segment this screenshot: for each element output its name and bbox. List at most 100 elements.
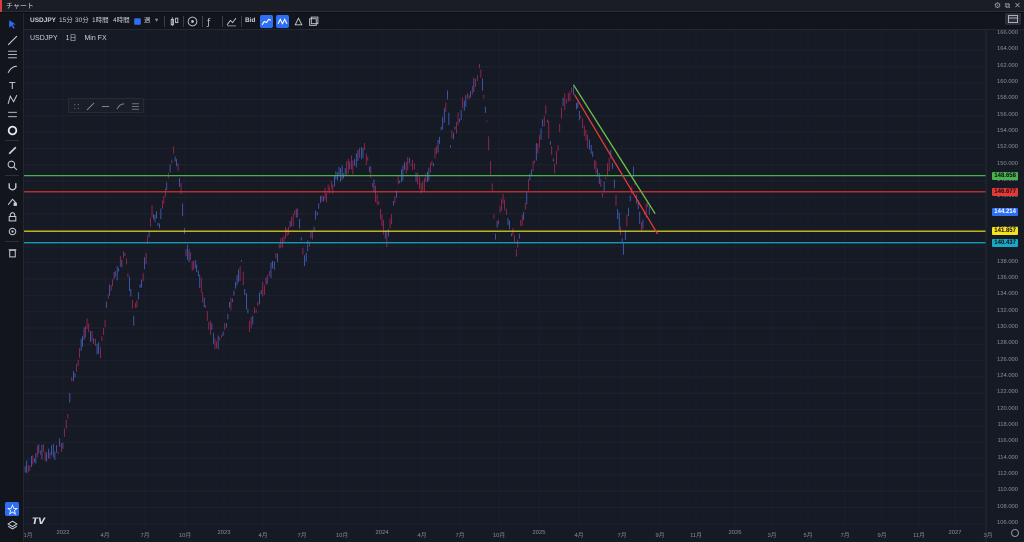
chart-toolbar: USDJPY 15分 30分 1時間 4時間 週 ▾ ƒ Bid [24, 13, 1024, 30]
layers-icon[interactable] [5, 517, 19, 531]
price-level-tag: 141.857 [992, 227, 1018, 236]
theme-icon[interactable] [292, 15, 305, 28]
cursor-icon[interactable] [5, 17, 19, 31]
drag-handle-icon[interactable] [71, 101, 82, 112]
zoom-icon[interactable] [5, 158, 19, 172]
svg-text:T: T [8, 80, 16, 89]
pattern-icon[interactable] [5, 92, 19, 106]
candle-type-icon[interactable] [168, 15, 181, 28]
time-tick-label: 7月 [297, 533, 307, 539]
fib-icon[interactable] [5, 47, 19, 61]
floating-drawing-palette [68, 98, 144, 113]
price-tick-label: 126.000 [997, 356, 1018, 363]
trash-icon[interactable] [5, 245, 19, 259]
brush-icon[interactable] [5, 62, 19, 76]
circle-icon[interactable] [5, 123, 19, 137]
brush-icon[interactable] [115, 101, 126, 112]
sidebar-divider [5, 175, 19, 176]
lock-draw-icon[interactable] [5, 194, 19, 208]
interval-1h[interactable]: 1時間 [92, 16, 109, 26]
price-tick-label: 166.000 [997, 30, 1018, 37]
visibility-icon[interactable] [5, 224, 19, 238]
period-selector[interactable]: 週 [144, 16, 151, 26]
price-tick-label: 164.000 [997, 46, 1018, 53]
price-tick-label: 122.000 [997, 389, 1018, 396]
chevron-down-icon[interactable]: ▾ [155, 16, 158, 26]
indicators-icon[interactable]: ƒ [205, 15, 218, 28]
close-icon[interactable]: ✕ [1013, 1, 1022, 11]
symbol-selector[interactable]: USDJPY [30, 16, 56, 26]
title-accent [0, 0, 2, 12]
toolbar-divider [222, 16, 223, 27]
price-tick-label: 114.000 [997, 454, 1018, 461]
compare-icon[interactable] [225, 15, 238, 28]
bid-ask-toggle[interactable]: Bid [245, 16, 255, 26]
interval-30m[interactable]: 30分 [75, 16, 89, 26]
window-title: チャート [6, 3, 34, 10]
settings-icon[interactable]: ⚙ [993, 1, 1002, 11]
drawing-toolbar: T [0, 13, 24, 542]
interval-15m[interactable]: 15分 [59, 16, 73, 26]
line-chart-icon[interactable] [260, 15, 273, 28]
time-tick-label: 7月 [455, 533, 465, 539]
trendline-icon[interactable] [5, 33, 19, 47]
price-tick-label: 110.000 [997, 487, 1018, 494]
time-tick-label: 3月 [983, 533, 993, 539]
svg-text:ƒ: ƒ [206, 18, 211, 27]
chart-legend: USDJPY 1日 Min FX [30, 33, 113, 43]
time-tick-label: 11月 [690, 533, 702, 539]
add-indicator-icon[interactable] [186, 15, 199, 28]
ruler-icon[interactable] [5, 143, 19, 157]
price-tick-label: 160.000 [997, 79, 1018, 86]
time-tick-label: 4月 [417, 533, 427, 539]
price-tick-label: 124.000 [997, 372, 1018, 379]
chart-source: Min FX [84, 35, 107, 42]
time-tick-label: 5月 [803, 533, 813, 539]
layout-icon[interactable] [1005, 13, 1021, 25]
time-tick-label: 7月 [840, 533, 850, 539]
time-tick-label: 4月 [574, 533, 584, 539]
price-tick-label: 152.000 [997, 144, 1018, 151]
window-title-bar: チャート ⚙ ⧉ ✕ [0, 0, 1024, 12]
time-tick-label: 11月 [913, 533, 925, 539]
price-chart[interactable] [24, 30, 1024, 542]
chart-background [24, 30, 1024, 542]
time-tick-label: 2027 [948, 530, 962, 536]
text-icon[interactable]: T [5, 77, 19, 91]
time-tick-label: 2026 [728, 530, 742, 536]
price-tick-label: 112.000 [997, 470, 1018, 477]
time-tick-label: 9月 [655, 533, 665, 539]
price-level-tag: 148.658 [992, 171, 1018, 180]
price-level-tag: 140.437 [992, 238, 1018, 247]
interval-4h[interactable]: 4時間 [113, 16, 130, 26]
measure-icon[interactable] [5, 107, 19, 121]
price-tick-label: 156.000 [997, 111, 1018, 118]
price-tick-label: 106.000 [997, 519, 1018, 526]
sidebar-divider [5, 140, 19, 141]
fib-icon[interactable] [130, 101, 141, 112]
chart-area[interactable]: USDJPY 1日 Min FX 164.000 162.000 160.000 15… [23, 30, 1024, 542]
time-tick-label: 7月 [617, 533, 627, 539]
popout-icon[interactable]: ⧉ [1003, 1, 1012, 11]
magnet-icon[interactable] [5, 179, 19, 193]
toolbar-divider [241, 16, 242, 27]
price-tick-label: 138.000 [997, 258, 1018, 265]
time-tick-label: 2024 [375, 530, 389, 536]
price-tick-label: 158.000 [997, 95, 1018, 102]
time-tick-label: 10月 [492, 533, 506, 539]
snapshot-icon[interactable] [307, 15, 320, 28]
tradingview-logo: 𝙏𝙑 [32, 516, 46, 526]
sidebar-divider [5, 241, 19, 242]
price-level-tag: 144.214 [992, 207, 1018, 216]
time-tick-label: 1月 [23, 533, 33, 539]
price-tick-label: 132.000 [997, 307, 1018, 314]
reset-scale-icon[interactable] [1011, 529, 1019, 537]
time-tick-label: 7月 [140, 533, 150, 539]
horizontal-line-icon[interactable] [100, 101, 111, 112]
toolbar-divider [164, 16, 165, 27]
lock-icon[interactable] [5, 209, 19, 223]
trendline-icon[interactable] [85, 101, 96, 112]
wave-chart-icon[interactable] [276, 15, 289, 28]
time-tick-label: 2023 [217, 530, 231, 536]
favorites-icon[interactable] [5, 502, 19, 516]
